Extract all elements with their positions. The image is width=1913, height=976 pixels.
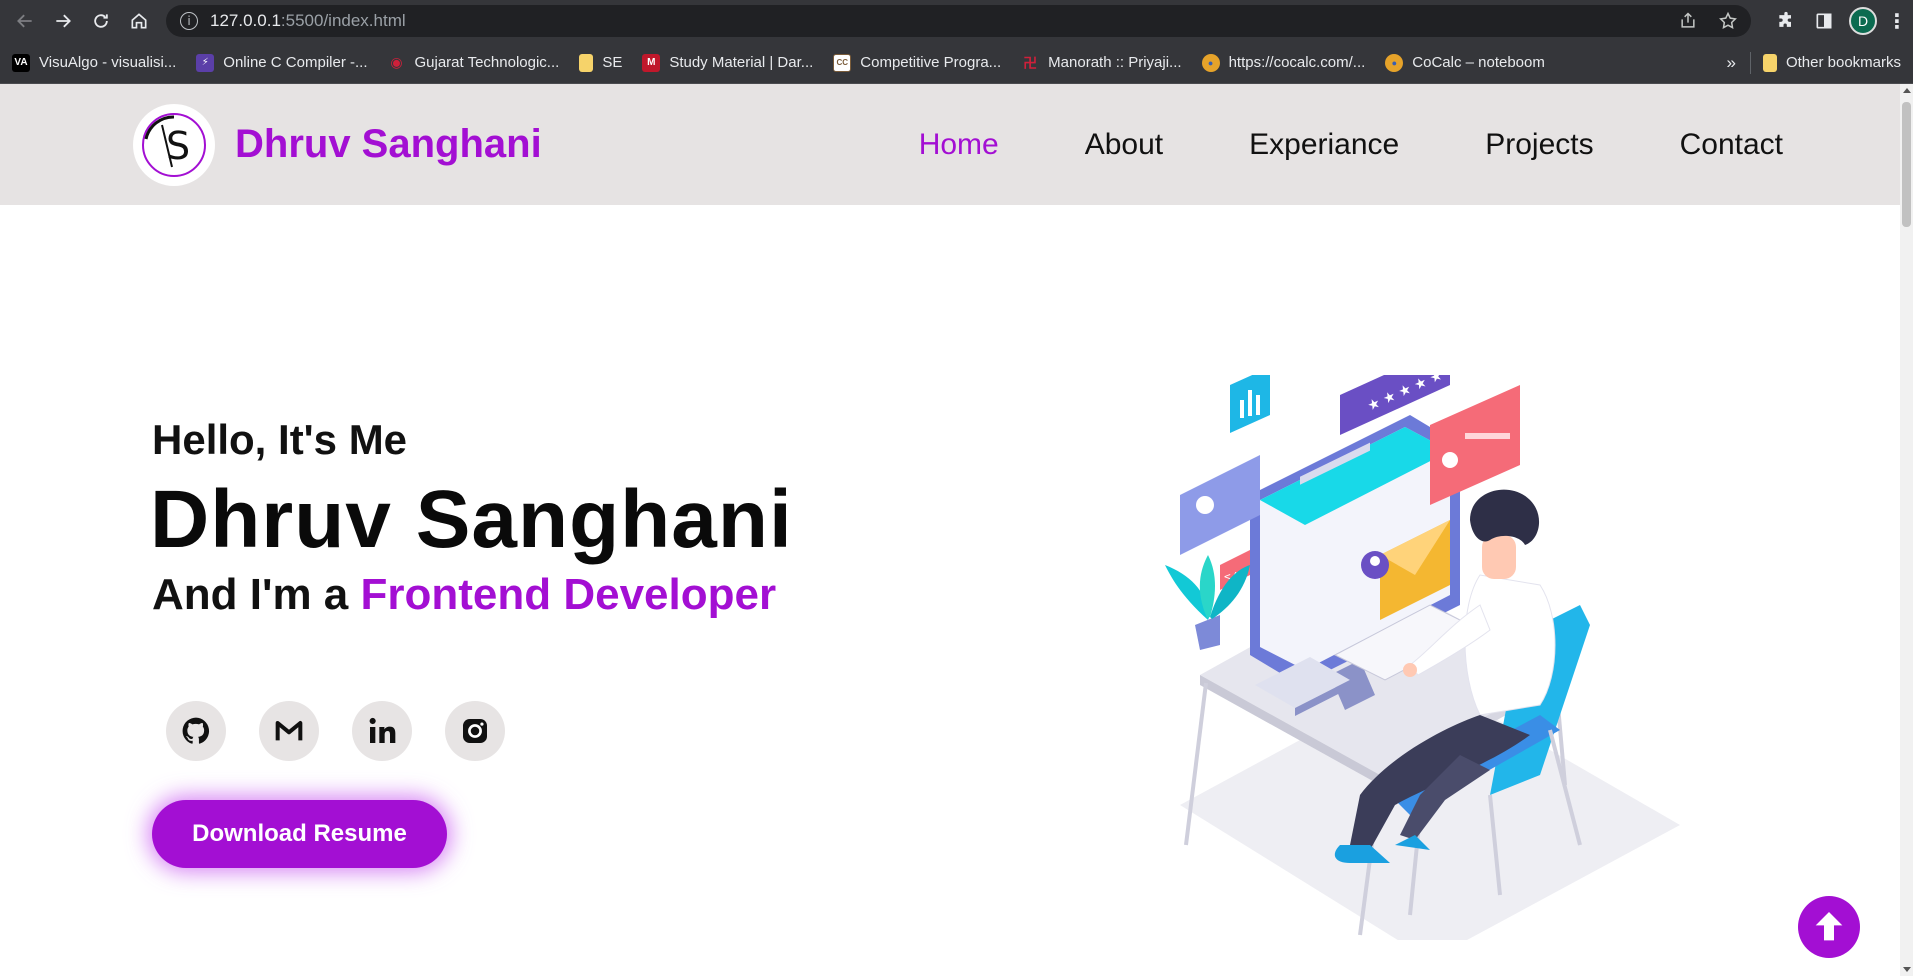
bookmark-label: Manorath :: Priyaji... [1048, 54, 1182, 71]
bookmark-label: Other bookmarks [1785, 54, 1901, 71]
developer-illustration: ★ ★ ★ ★ ★ </> [1165, 375, 1680, 940]
bookmark-label: https://cocalc.com/... [1228, 54, 1366, 71]
logo-letter: S [166, 124, 190, 168]
cc-icon: CC [833, 53, 852, 72]
bookmark-label: SE [602, 54, 623, 71]
bookmarks-bar: VA VisuAlgo - visualisi... ⚡ Online C Co… [0, 42, 1913, 84]
bookmark-item[interactable]: SE [579, 53, 623, 72]
cocalc-icon: ● [1201, 53, 1220, 72]
arrow-left-icon [17, 14, 32, 28]
bookmark-item[interactable]: ● https://cocalc.com/... [1201, 53, 1366, 72]
scroll-down-arrow-icon[interactable] [1903, 967, 1911, 972]
hero-name: Dhruv Sanghani [150, 474, 793, 565]
nav-experiance[interactable]: Experiance [1249, 128, 1399, 162]
role-prefix: And I'm a [152, 570, 361, 619]
share-icon[interactable] [1677, 10, 1699, 32]
extensions-icon[interactable] [1773, 8, 1799, 34]
folder-icon [579, 53, 594, 72]
nav-projects[interactable]: Projects [1485, 128, 1593, 162]
nav-contact[interactable]: Contact [1680, 128, 1783, 162]
role-accent: Frontend Developer [360, 570, 777, 619]
logo-mark-icon: S [133, 103, 215, 186]
scroll-up-arrow-icon[interactable] [1903, 88, 1911, 93]
profile-avatar[interactable]: D [1849, 7, 1877, 35]
brand-name: Dhruv Sanghani [235, 122, 542, 166]
arrow-right-icon [56, 14, 71, 28]
site-info-icon[interactable]: i [180, 12, 198, 30]
hero-greeting: Hello, It's Me [152, 416, 408, 463]
nav-about[interactable]: About [1085, 128, 1163, 162]
arrow-up-icon [1815, 912, 1843, 941]
reload-button[interactable] [86, 6, 116, 36]
social-links [166, 701, 505, 761]
reload-icon [94, 14, 108, 28]
bookmark-label: CoCalc – noteboom [1412, 54, 1545, 71]
github-link[interactable] [166, 701, 226, 761]
site-header: S Dhruv Sanghani Home About Experiance P… [0, 84, 1913, 205]
study-icon: M [642, 53, 661, 72]
browser-menu-icon[interactable]: ⋮ [1887, 9, 1907, 34]
page-scrollbar[interactable] [1900, 84, 1913, 976]
instagram-link[interactable] [445, 701, 505, 761]
temple-icon: 卍 [1023, 54, 1038, 71]
scrollbar-thumb[interactable] [1902, 102, 1911, 227]
linkedin-link[interactable] [352, 701, 412, 761]
scroll-to-top-button[interactable] [1798, 896, 1860, 958]
page-viewport: S Dhruv Sanghani Home About Experiance P… [0, 84, 1913, 976]
home-button[interactable] [124, 6, 154, 36]
download-resume-button[interactable]: Download Resume [152, 800, 447, 868]
bookmark-label: Study Material | Dar... [669, 54, 814, 71]
url-host: 127.0.0.1 [210, 11, 281, 30]
bookmark-item[interactable]: CC Competitive Progra... [833, 53, 1002, 72]
other-bookmarks-folder[interactable]: Other bookmarks [1762, 53, 1901, 72]
bookmark-label: Gujarat Technologic... [414, 54, 560, 71]
bookmark-star-icon[interactable] [1717, 10, 1739, 32]
visualgo-icon: VA [12, 53, 30, 72]
bookmarks-divider [1749, 51, 1751, 74]
gmail-link[interactable] [259, 701, 319, 761]
github-icon [182, 717, 210, 744]
gtu-icon: ◉ [390, 54, 403, 70]
linkedin-icon [369, 717, 396, 743]
bookmark-item[interactable]: ◉ Gujarat Technologic... [388, 54, 560, 72]
back-button[interactable] [10, 6, 40, 36]
hero-section: Hello, It's Me Dhruv Sanghani And I'm a … [0, 205, 1913, 976]
bookmark-label: Competitive Progra... [860, 54, 1002, 71]
instagram-icon [463, 719, 487, 743]
bolt-icon: ⚡ [196, 53, 215, 72]
folder-icon [1762, 53, 1777, 72]
bookmark-item[interactable]: M Study Material | Dar... [642, 53, 814, 72]
address-bar[interactable]: i 127.0.0.1:5500/index.html [166, 5, 1751, 37]
bookmark-item[interactable]: 卍 Manorath :: Priyaji... [1021, 54, 1181, 72]
bookmark-item[interactable]: VA VisuAlgo - visualisi... [12, 53, 177, 72]
main-nav: Home About Experiance Projects Contact [833, 128, 1783, 162]
side-panel-icon[interactable] [1811, 8, 1837, 34]
url-path: :5500/index.html [280, 11, 406, 30]
gmail-icon [275, 721, 303, 741]
browser-toolbar: i 127.0.0.1:5500/index.html D ⋮ [0, 0, 1913, 42]
cocalc-icon: ● [1385, 53, 1404, 72]
site-logo[interactable]: S Dhruv Sanghani [133, 103, 542, 186]
hero-role: And I'm a Frontend Developer [152, 570, 776, 620]
home-icon [131, 13, 147, 29]
bookmark-label: Online C Compiler -... [223, 54, 368, 71]
more-bookmarks-button[interactable]: » [1726, 53, 1735, 73]
nav-home[interactable]: Home [919, 128, 999, 162]
bookmark-item[interactable]: ● CoCalc – noteboom [1385, 53, 1545, 72]
bookmark-label: VisuAlgo - visualisi... [39, 54, 177, 71]
bookmark-item[interactable]: ⚡ Online C Compiler -... [196, 53, 368, 72]
forward-button[interactable] [48, 6, 78, 36]
